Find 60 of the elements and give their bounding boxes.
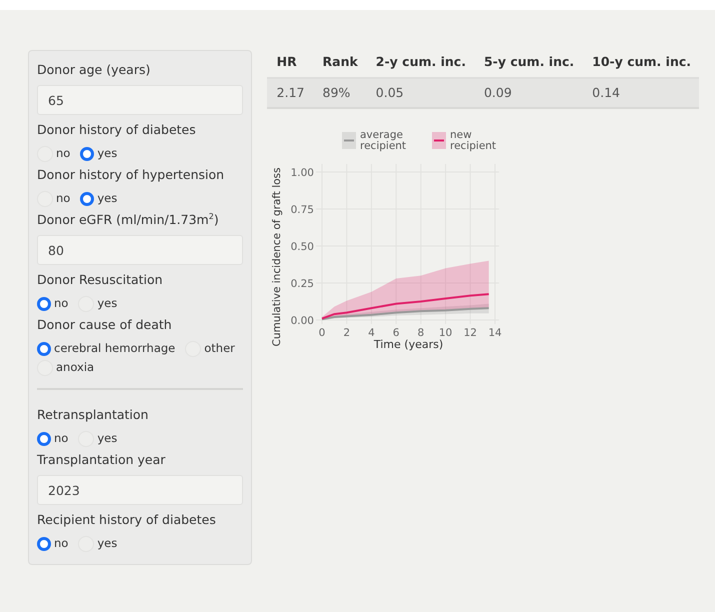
radio-option[interactable]: yes <box>78 535 118 552</box>
table-cell: 2.17 <box>266 78 313 108</box>
radio-option[interactable]: anoxia <box>37 359 94 376</box>
radio-option[interactable]: no <box>37 190 70 207</box>
radio-option[interactable]: yes <box>78 430 118 447</box>
field-label: Donor history of hypertension <box>37 166 226 184</box>
radio-option[interactable]: no <box>37 145 70 162</box>
y-tick-label: 0.25 <box>290 278 314 290</box>
field-label: Retransplantation <box>37 406 150 424</box>
option-label: yes <box>97 535 118 552</box>
legend-label: average recipient <box>360 129 406 152</box>
x-tick-label: 0 <box>318 327 326 339</box>
y-axis-title: Cumulative incidence of graft loss <box>270 168 283 346</box>
table-cell: 89% <box>312 78 366 108</box>
radio-option[interactable]: no <box>37 430 68 447</box>
x-tick-label: 2 <box>343 327 350 339</box>
x-tick-label: 6 <box>392 327 400 339</box>
option-label: anoxia <box>56 359 94 376</box>
field-label: Transplantation year <box>37 451 166 469</box>
y-tick-label: 0.50 <box>290 241 314 253</box>
option-label: yes <box>97 145 118 162</box>
radio-option[interactable]: yes <box>80 145 118 162</box>
option-label: other <box>204 340 235 357</box>
table-cell: 0.09 <box>474 78 582 108</box>
input-field[interactable]: 65 <box>37 85 243 115</box>
legend-swatch <box>432 132 446 149</box>
field-label: Recipient history of diabetes <box>37 511 217 529</box>
field-label: Donor age (years) <box>37 61 152 79</box>
x-tick-label: 12 <box>463 327 477 339</box>
radio-option[interactable]: no <box>37 535 68 552</box>
x-tick-label: 10 <box>438 327 452 339</box>
legend-swatch <box>342 132 356 149</box>
y-tick-label: 0.75 <box>290 204 314 216</box>
radio-option[interactable]: yes <box>78 295 118 312</box>
option-label: no <box>54 430 68 447</box>
radio-option[interactable]: other <box>185 340 235 357</box>
option-label: yes <box>97 295 118 312</box>
field-label: Donor Resuscitation <box>37 271 164 289</box>
x-tick-label: 14 <box>488 327 502 339</box>
option-label: no <box>56 145 70 162</box>
option-label: yes <box>97 190 118 207</box>
input-field[interactable]: 80 <box>37 235 243 265</box>
field-label: Donor eGFR (ml/min/1.73m$^{2}$) <box>37 211 220 229</box>
option-label: yes <box>97 430 118 447</box>
field-label: Donor cause of death <box>37 316 173 334</box>
table-cell: 0.05 <box>366 78 474 108</box>
option-label: no <box>56 190 70 207</box>
radio-option[interactable]: yes <box>80 190 118 207</box>
x-tick-label: 8 <box>417 327 424 339</box>
table-cell: 0.14 <box>582 78 699 108</box>
y-tick-label: 1.00 <box>290 167 314 179</box>
x-tick-label: 4 <box>368 327 374 339</box>
option-label: no <box>54 295 68 312</box>
radio-option[interactable]: no <box>37 295 68 312</box>
x-axis-title: Time (years) <box>374 338 443 351</box>
legend-label: new recipient <box>450 129 496 152</box>
y-tick-label: 0.00 <box>290 315 314 327</box>
field-label: Donor history of diabetes <box>37 121 197 139</box>
input-field[interactable]: 2023 <box>37 475 243 505</box>
option-label: no <box>54 535 68 552</box>
